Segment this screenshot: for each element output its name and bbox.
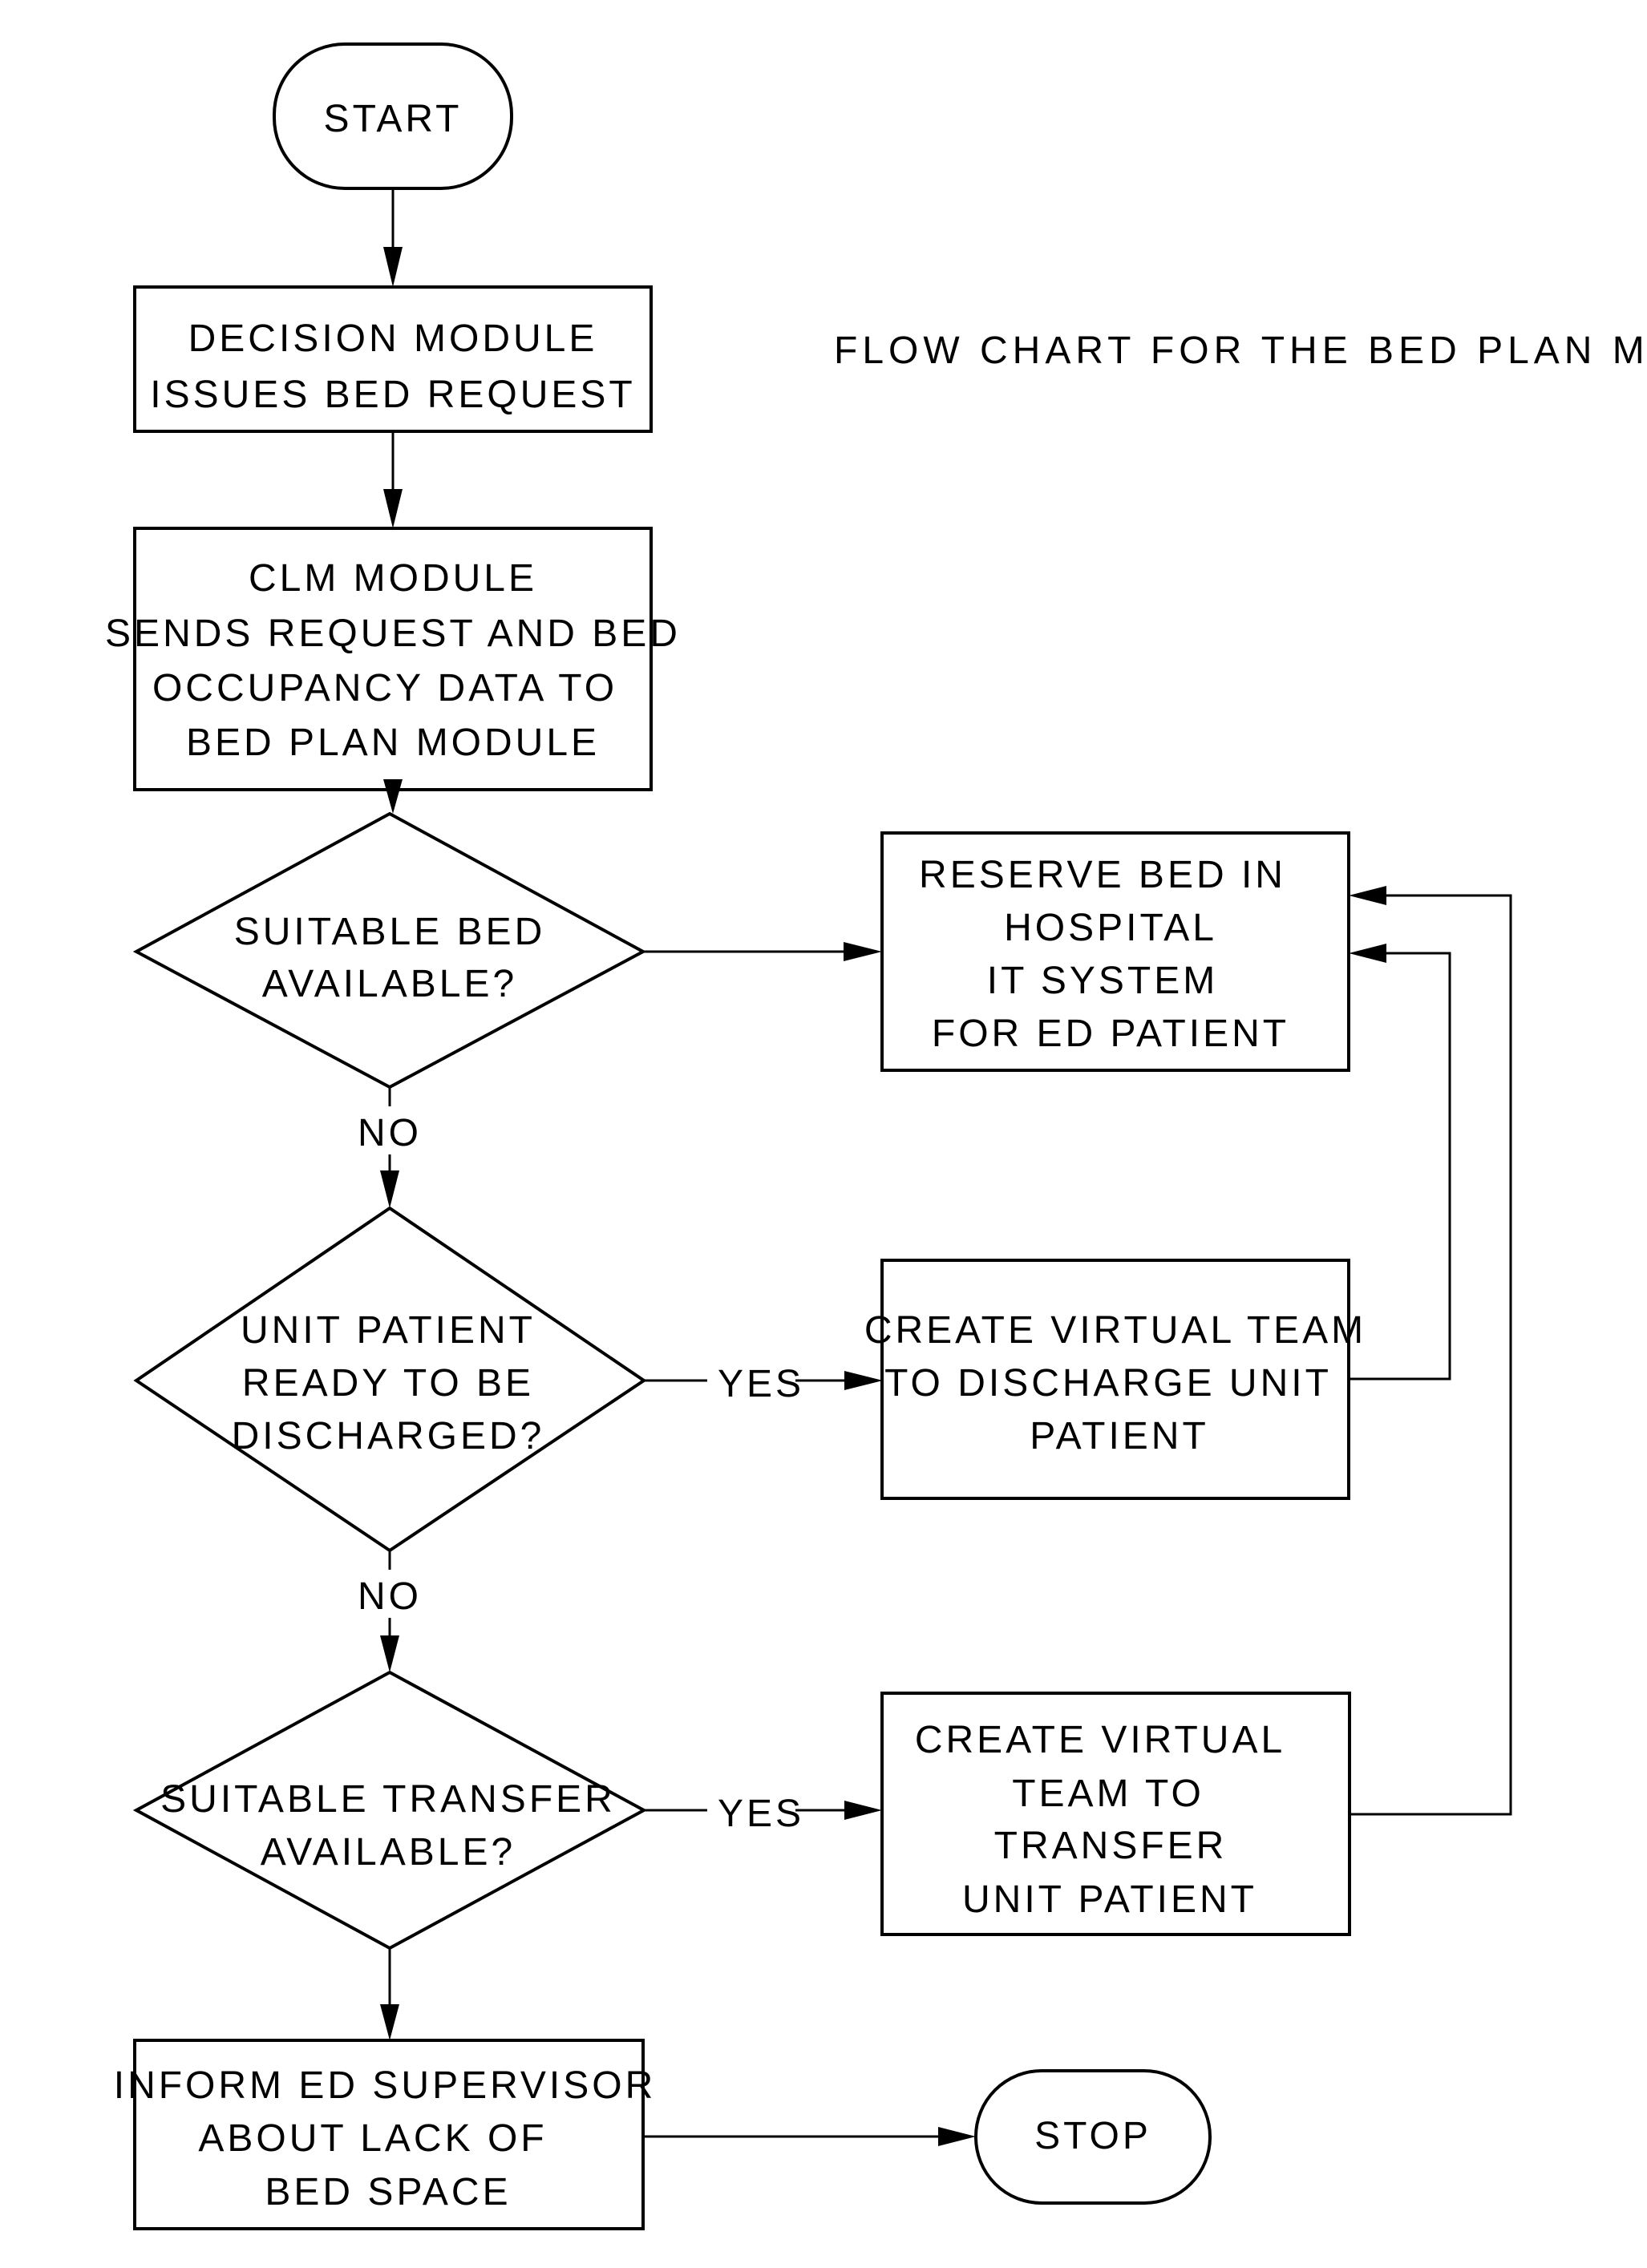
transfer-team-line-1: CREATE VIRTUAL xyxy=(915,1719,1285,1761)
yes-label-1: YES xyxy=(718,1363,804,1405)
clm-module-line-4: BED PLAN MODULE xyxy=(186,722,600,764)
decision-module-line-1: DECISION MODULE xyxy=(188,317,598,360)
reserve-bed-line-1: RESERVE BED IN xyxy=(919,854,1286,896)
reserve-bed-line-3: IT SYSTEM xyxy=(987,960,1219,1002)
transfer-team-line-2: TEAM TO xyxy=(1012,1773,1204,1815)
start-label: START xyxy=(324,98,463,140)
transfer-team-node: CREATE VIRTUAL TEAM TO TRANSFER UNIT PAT… xyxy=(880,1692,1351,1936)
arrowhead-left-icon xyxy=(1349,886,1386,905)
unit-patient-ready-node: UNIT PATIENT READY TO BE DISCHARGED? xyxy=(133,1206,647,1553)
arrowhead-right-icon xyxy=(938,2127,976,2146)
clm-module-line-1: CLM MODULE xyxy=(249,557,537,600)
inform-supervisor-line-3: BED SPACE xyxy=(265,2171,511,2213)
clm-module-node: CLM MODULE SENDS REQUEST AND BED OCCUPAN… xyxy=(105,527,681,791)
transfer-team-line-3: TRANSFER xyxy=(994,1825,1228,1867)
arrowhead-right-icon xyxy=(844,1801,882,1820)
chart-title: FLOW CHART FOR THE BED PLAN MODULE xyxy=(834,329,1647,372)
inform-supervisor-line-2: ABOUT LACK OF xyxy=(198,2117,547,2160)
arrowhead-right-icon xyxy=(844,942,882,961)
suitable-bed-node: SUITABLE BED AVAILABLE? xyxy=(132,811,647,1090)
arrowhead-down-icon xyxy=(383,779,403,814)
arrowhead-down-icon xyxy=(380,1170,399,1208)
clm-module-line-2: SENDS REQUEST AND BED xyxy=(105,612,681,655)
reserve-bed-line-2: HOSPITAL xyxy=(1004,907,1217,949)
yes-label-2: YES xyxy=(718,1793,804,1835)
reserve-bed-node: RESERVE BED IN HOSPITAL IT SYSTEM FOR ED… xyxy=(880,831,1350,1072)
edge-transfer-team-to-reserve-bed xyxy=(1350,894,1512,1816)
inform-supervisor-node: INFORM ED SUPERVISOR ABOUT LACK OF BED S… xyxy=(114,2039,657,2230)
suitable-bed-line-1: SUITABLE BED xyxy=(234,911,546,953)
discharge-team-line-3: PATIENT xyxy=(1030,1415,1209,1457)
unit-patient-ready-line-2: READY TO BE xyxy=(242,1362,534,1405)
suitable-transfer-node: SUITABLE TRANSFER AVAILABLE? xyxy=(132,1670,648,1951)
unit-patient-ready-line-1: UNIT PATIENT xyxy=(241,1309,536,1352)
discharge-team-node: CREATE VIRTUAL TEAM TO DISCHARGE UNIT PA… xyxy=(864,1259,1366,1500)
unit-patient-ready-line-3: DISCHARGED? xyxy=(232,1415,545,1457)
arrowhead-left-icon xyxy=(1349,944,1386,963)
flowchart: FLOW CHART FOR THE BED PLAN MODULE START… xyxy=(105,42,1647,2230)
stop-node: STOP xyxy=(974,2069,1212,2205)
suitable-bed-line-2: AVAILABLE? xyxy=(262,963,517,1005)
inform-supervisor-line-1: INFORM ED SUPERVISOR xyxy=(114,2064,657,2107)
arrowhead-down-icon xyxy=(383,489,403,528)
arrowhead-down-icon xyxy=(380,1635,399,1672)
decision-module-line-2: ISSUES BED REQUEST xyxy=(150,374,635,416)
transfer-team-line-4: UNIT PATIENT xyxy=(962,1878,1257,1921)
start-node: START xyxy=(273,42,513,190)
arrowhead-right-icon xyxy=(844,1371,883,1390)
suitable-transfer-line-2: AVAILABLE? xyxy=(261,1831,516,1874)
reserve-bed-line-4: FOR ED PATIENT xyxy=(932,1013,1289,1055)
stop-label: STOP xyxy=(1034,2115,1151,2157)
arrowhead-down-icon xyxy=(380,2004,399,2040)
arrowhead-down-icon xyxy=(383,247,403,287)
discharge-team-line-2: TO DISCHARGE UNIT xyxy=(884,1362,1332,1405)
no-label-1: NO xyxy=(358,1112,422,1154)
decision-module-node: DECISION MODULE ISSUES BED REQUEST xyxy=(133,285,653,433)
discharge-team-line-1: CREATE VIRTUAL TEAM xyxy=(864,1309,1366,1352)
clm-module-line-3: OCCUPANCY DATA TO xyxy=(152,667,617,710)
no-label-2: NO xyxy=(358,1575,422,1618)
suitable-transfer-line-1: SUITABLE TRANSFER xyxy=(160,1778,616,1821)
